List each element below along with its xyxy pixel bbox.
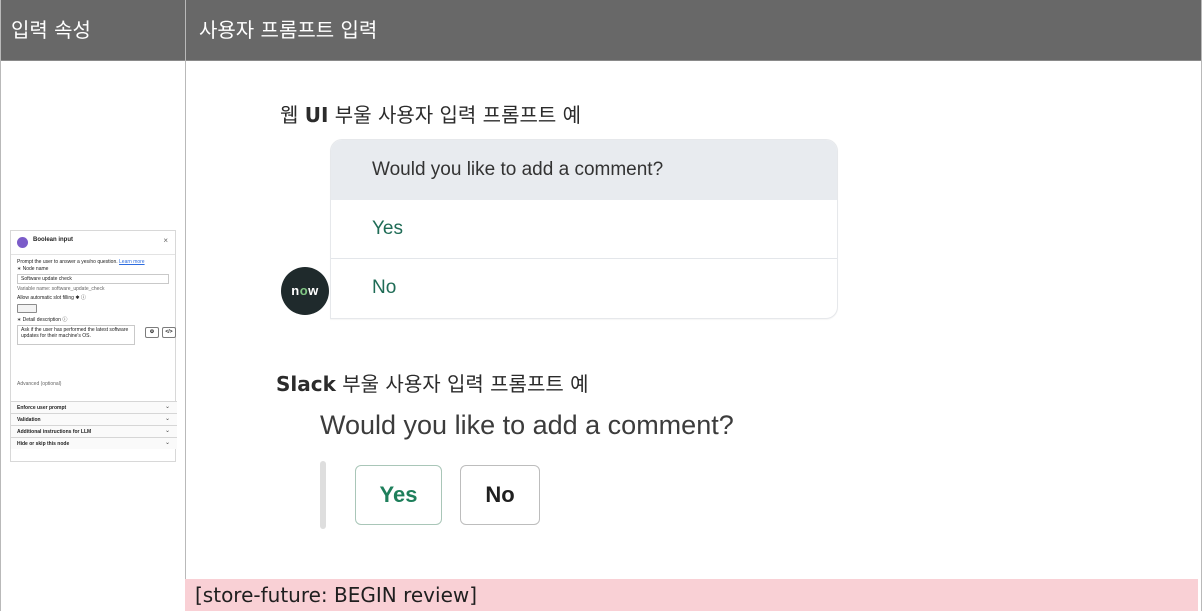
logo-letter-w: w <box>308 283 319 298</box>
slack-heading-suffix: 부울 사용자 입력 프롬프트 예 <box>335 372 589 396</box>
web-prompt-question: Would you like to add a comment? <box>331 140 837 200</box>
panel-intro-text: Prompt the user to answer a yes/no quest… <box>17 259 118 265</box>
slack-heading-bold: Slack <box>276 372 336 396</box>
section-label: Validation <box>17 417 41 423</box>
chevron-down-icon: ⌄ <box>164 428 170 434</box>
variable-name-text: Variable name: software_update_check <box>17 286 105 292</box>
code-icon[interactable]: </> <box>162 327 176 338</box>
detail-description-field[interactable]: Ask if the user has performed the latest… <box>17 325 135 345</box>
node-name-label: ∗ Node name <box>17 266 49 272</box>
logo-letter-n: n <box>291 283 300 298</box>
section-label: Enforce user prompt <box>17 405 67 411</box>
slack-no-button[interactable]: No <box>460 465 540 525</box>
web-ui-example-heading: 웹 UI 부울 사용자 입력 프롬프트 예 <box>280 99 581 128</box>
advanced-optional-label: Advanced (optional) <box>17 381 62 387</box>
section-hide-or-skip[interactable]: Hide or skip this node ⌄ <box>11 437 177 449</box>
slot-filling-label: Allow automatic slot filling ✱ ⓘ <box>17 295 86 301</box>
panel-title: Boolean input <box>33 237 73 243</box>
column-divider <box>185 0 186 611</box>
web-heading-prefix: 웹 <box>280 103 305 127</box>
chevron-down-icon: ⌄ <box>164 416 170 422</box>
web-heading-suffix: 부울 사용자 입력 프롬프트 예 <box>328 103 582 127</box>
panel-intro: Prompt the user to answer a yes/no quest… <box>17 259 169 266</box>
servicenow-logo: now <box>281 267 329 315</box>
chevron-down-icon: ⌄ <box>164 440 170 446</box>
web-heading-bold: UI <box>304 103 329 127</box>
settings-icon[interactable]: ⚙ <box>145 327 159 338</box>
web-option-no[interactable]: No <box>331 259 837 318</box>
learn-more-link[interactable]: Learn more <box>119 259 145 265</box>
panel-header: Boolean input × <box>11 231 175 255</box>
boolean-input-panel: Boolean input × Prompt the user to answe… <box>10 230 177 462</box>
slack-quote-bar <box>320 461 326 529</box>
chevron-down-icon: ⌄ <box>164 404 170 410</box>
node-type-icon <box>17 237 28 248</box>
web-prompt-card: Would you like to add a comment? Yes No <box>330 139 838 319</box>
logo-letter-o: o <box>299 283 309 298</box>
slack-example-heading: Slack 부울 사용자 입력 프롬프트 예 <box>276 368 589 397</box>
detail-description-row: Ask if the user has performed the latest… <box>17 325 176 347</box>
table-header: 입력 속성 사용자 프롬프트 입력 <box>1 0 1201 61</box>
slack-yes-button[interactable]: Yes <box>355 465 442 525</box>
close-icon[interactable]: × <box>163 236 168 245</box>
section-validation[interactable]: Validation ⌄ <box>11 413 177 425</box>
slack-prompt-question: Would you like to add a comment? <box>320 410 734 440</box>
section-label: Additional instructions for LLM <box>17 429 92 435</box>
panel-body: Prompt the user to answer a yes/no quest… <box>11 255 176 351</box>
detail-description-label: ∗ Detail description ⓘ <box>17 317 68 323</box>
web-option-yes[interactable]: Yes <box>331 200 837 259</box>
section-enforce-user-prompt[interactable]: Enforce user prompt ⌄ <box>11 401 177 413</box>
header-input-attributes: 입력 속성 <box>11 18 91 42</box>
section-label: Hide or skip this node <box>17 441 70 447</box>
node-name-field[interactable]: Software update check <box>17 274 169 284</box>
section-additional-instructions[interactable]: Additional instructions for LLM ⌄ <box>11 425 177 437</box>
header-user-prompt-input: 사용자 프롬프트 입력 <box>199 18 378 42</box>
review-banner: [store-future: BEGIN review] <box>185 579 1198 611</box>
slot-filling-toggle[interactable] <box>17 304 37 313</box>
